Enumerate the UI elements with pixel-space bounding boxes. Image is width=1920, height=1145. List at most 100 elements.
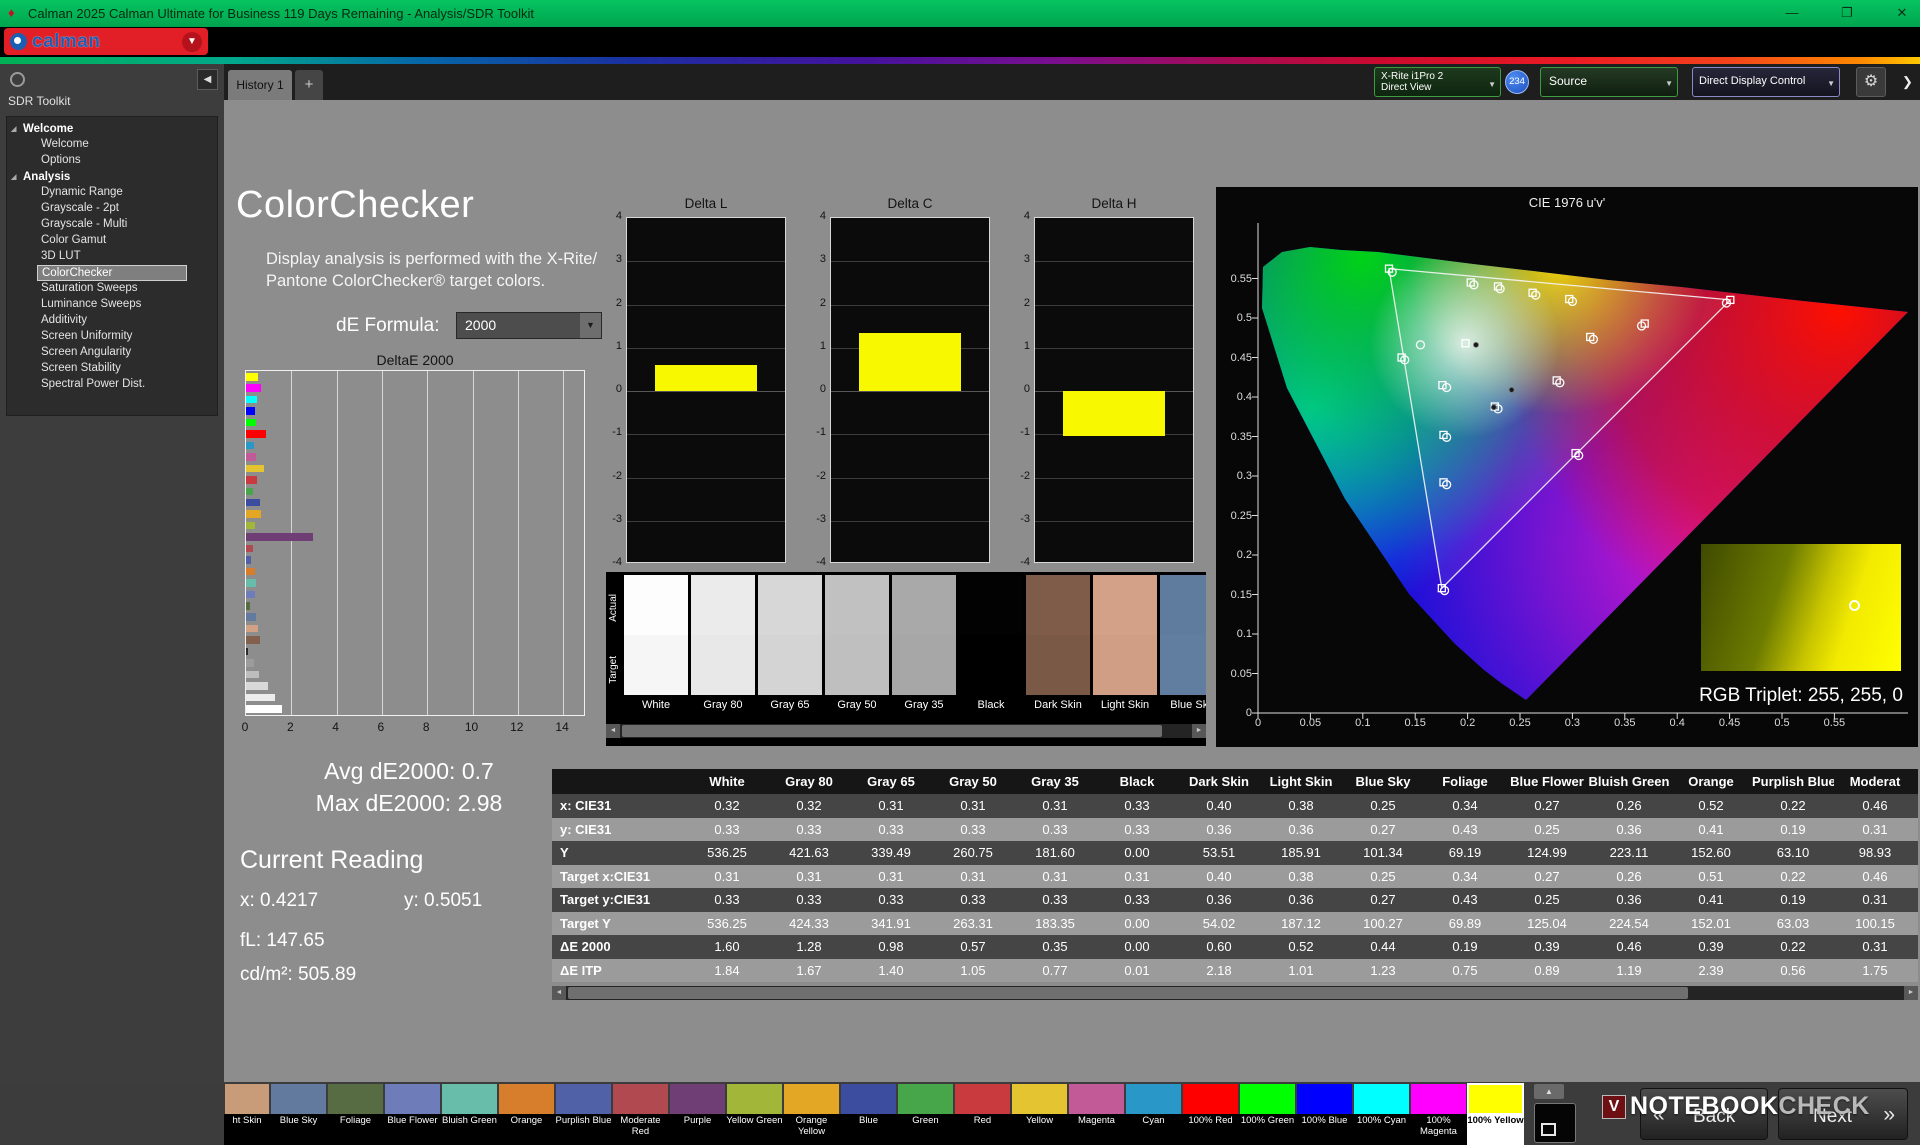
- sidebar-item-colorchecker[interactable]: ColorChecker: [37, 265, 187, 281]
- table-cell: 0.44: [1370, 939, 1396, 954]
- tab-history-1[interactable]: History 1: [228, 70, 292, 100]
- scroll-right-icon[interactable]: ►: [1192, 724, 1206, 738]
- sidebar-item-color-gamut[interactable]: Color Gamut: [7, 233, 217, 249]
- sidebar-item-welcome[interactable]: Welcome: [7, 137, 217, 153]
- bottom-patch-yellow[interactable]: Yellow: [1011, 1082, 1068, 1145]
- axis-tick-label: -1: [612, 426, 622, 439]
- patch-swatch: [1012, 1084, 1067, 1114]
- table-cell: 1.75: [1862, 962, 1888, 978]
- bottom-patch-magenta[interactable]: Magenta: [1068, 1082, 1125, 1145]
- scroll-left-icon[interactable]: ◄: [606, 724, 620, 738]
- up-chevron-button[interactable]: ▲: [1534, 1084, 1564, 1099]
- meter-dropdown[interactable]: X-Rite i1Pro 2 Direct View ▼: [1374, 67, 1501, 97]
- bottom-patch-yellow-green[interactable]: Yellow Green: [726, 1082, 783, 1145]
- pattern-window-button[interactable]: [1534, 1103, 1576, 1143]
- bottom-patch-foliage[interactable]: Foliage: [327, 1082, 384, 1145]
- bottom-patch-blue-sky[interactable]: Blue Sky: [270, 1082, 327, 1145]
- bottom-patch-100-yellow[interactable]: 100% Yellow: [1467, 1082, 1524, 1145]
- maximize-button[interactable]: ❐: [1833, 3, 1861, 23]
- bottom-patch-cyan[interactable]: Cyan: [1125, 1082, 1182, 1145]
- tree-group-analysis[interactable]: ◢ Analysis: [7, 169, 217, 185]
- patch-gray-35[interactable]: Gray 35: [892, 575, 956, 717]
- add-tab-button[interactable]: +: [295, 70, 323, 100]
- bottom-patch-100-magenta[interactable]: 100% Magenta: [1410, 1082, 1467, 1145]
- patch-white[interactable]: White: [624, 575, 688, 717]
- patch-gray-50[interactable]: Gray 50: [825, 575, 889, 717]
- minimize-button[interactable]: —: [1778, 3, 1806, 23]
- sidebar-item-additivity[interactable]: Additivity: [7, 313, 217, 329]
- delta-l-title: Delta L: [684, 196, 728, 211]
- bottom-patch-green[interactable]: Green: [897, 1082, 954, 1145]
- calman-logo[interactable]: calman ▼: [4, 28, 208, 55]
- bottom-patch-orange[interactable]: Orange: [498, 1082, 555, 1145]
- patch-black[interactable]: Black: [959, 575, 1023, 717]
- bottom-patch-100-red[interactable]: 100% Red: [1182, 1082, 1239, 1145]
- next-button[interactable]: Next »: [1778, 1088, 1908, 1140]
- sidebar-item-dynamic-range[interactable]: Dynamic Range: [7, 185, 217, 201]
- bottom-patch-100-green[interactable]: 100% Green: [1239, 1082, 1296, 1145]
- sidebar-item-saturation-sweeps[interactable]: Saturation Sweeps: [7, 281, 217, 297]
- sidebar-item-screen-uniformity[interactable]: Screen Uniformity: [7, 329, 217, 345]
- bottom-patch-blue[interactable]: Blue: [840, 1082, 897, 1145]
- axis-tick-label: -4: [816, 556, 826, 568]
- tree-group-welcome[interactable]: ◢ Welcome: [7, 121, 217, 137]
- sidebar-item-screen-stability[interactable]: Screen Stability: [7, 361, 217, 377]
- patch-gray-65[interactable]: Gray 65: [758, 575, 822, 717]
- patch-light-skin[interactable]: Light Skin: [1093, 575, 1157, 717]
- sidebar-item-screen-angularity[interactable]: Screen Angularity: [7, 345, 217, 361]
- table-cell: 100.27: [1363, 915, 1403, 931]
- scrollbar-thumb[interactable]: [622, 725, 1162, 737]
- settings-gear-button[interactable]: ⚙: [1856, 67, 1886, 97]
- current-cdm2: cd/m²: 505.89: [240, 964, 357, 985]
- axis-tick-label: 0.15: [1404, 717, 1426, 729]
- de2000-bar-red: [246, 476, 258, 484]
- de-formula-dropdown[interactable]: 2000 ▼: [456, 312, 602, 339]
- sidebar-item-options[interactable]: Options: [7, 153, 217, 169]
- table-cell: 0.19: [1780, 892, 1806, 907]
- table-scrollbar[interactable]: ◄ ►: [552, 986, 1918, 1000]
- table-cell: 260.75: [953, 845, 993, 860]
- table-cell: 0.33: [960, 892, 986, 907]
- gridline: [627, 477, 785, 479]
- chevron-right-icon[interactable]: ❯: [1902, 74, 1913, 90]
- table-cell: 181.60: [1035, 845, 1075, 860]
- sidebar-item-spectral-power-dist[interactable]: Spectral Power Dist.: [7, 377, 217, 393]
- bottom-patch-purplish-blue[interactable]: Purplish Blue: [555, 1082, 612, 1145]
- scroll-left-icon[interactable]: ◄: [552, 986, 566, 1000]
- sidebar-item-luminance-sweeps[interactable]: Luminance Sweeps: [7, 297, 217, 313]
- gridline: [1035, 261, 1193, 263]
- bottom-patch-100-cyan[interactable]: 100% Cyan: [1353, 1082, 1410, 1145]
- de2000-bar-green: [246, 487, 253, 495]
- bottom-patch-100-blue[interactable]: 100% Blue: [1296, 1082, 1353, 1145]
- patch-blue-sky[interactable]: Blue Sky: [1160, 575, 1206, 717]
- sidebar-collapse-button[interactable]: ◀: [197, 69, 218, 90]
- patch-label: Gray 65: [770, 699, 810, 711]
- source-dropdown[interactable]: Source ▼: [1540, 67, 1678, 97]
- bottom-patch-orange-yellow[interactable]: Orange Yellow: [783, 1082, 840, 1145]
- sidebar-item-grayscale-2pt[interactable]: Grayscale - 2pt: [7, 201, 217, 217]
- table-cell: 152.01: [1691, 915, 1731, 931]
- back-button[interactable]: « Back: [1640, 1088, 1768, 1140]
- patch-dark-skin[interactable]: Dark Skin: [1026, 575, 1090, 717]
- bottom-patch-purple[interactable]: Purple: [669, 1082, 726, 1145]
- logo-menu-chevron-icon[interactable]: ▼: [182, 31, 202, 52]
- table-cell: 0.33: [878, 821, 904, 837]
- display-control-dropdown[interactable]: Direct Display Control ▼: [1692, 67, 1840, 97]
- patch-viewer-scrollbar[interactable]: ◄ ►: [606, 724, 1206, 738]
- bottom-patch-ht-skin[interactable]: ht Skin: [224, 1082, 270, 1145]
- bottom-patch-red[interactable]: Red: [954, 1082, 1011, 1145]
- table-cell: 1.19: [1616, 962, 1642, 978]
- sidebar-item-grayscale-multi[interactable]: Grayscale - Multi: [7, 217, 217, 233]
- scroll-right-icon[interactable]: ►: [1904, 986, 1918, 1000]
- bottom-patch-blue-flower[interactable]: Blue Flower: [384, 1082, 441, 1145]
- bottom-patch-moderate-red[interactable]: Moderate Red: [612, 1082, 669, 1145]
- sidebar-item-3d-lut[interactable]: 3D LUT: [7, 249, 217, 265]
- patch-label: Cyan: [1125, 1114, 1182, 1145]
- scrollbar-thumb[interactable]: [568, 987, 1688, 999]
- table-cell: 183.35: [1035, 915, 1075, 931]
- close-button[interactable]: ✕: [1888, 3, 1916, 23]
- bottom-patch-bluish-green[interactable]: Bluish Green: [441, 1082, 498, 1145]
- axis-tick-label: 4: [332, 720, 339, 734]
- gridline: [831, 261, 989, 263]
- patch-gray-80[interactable]: Gray 80: [691, 575, 755, 717]
